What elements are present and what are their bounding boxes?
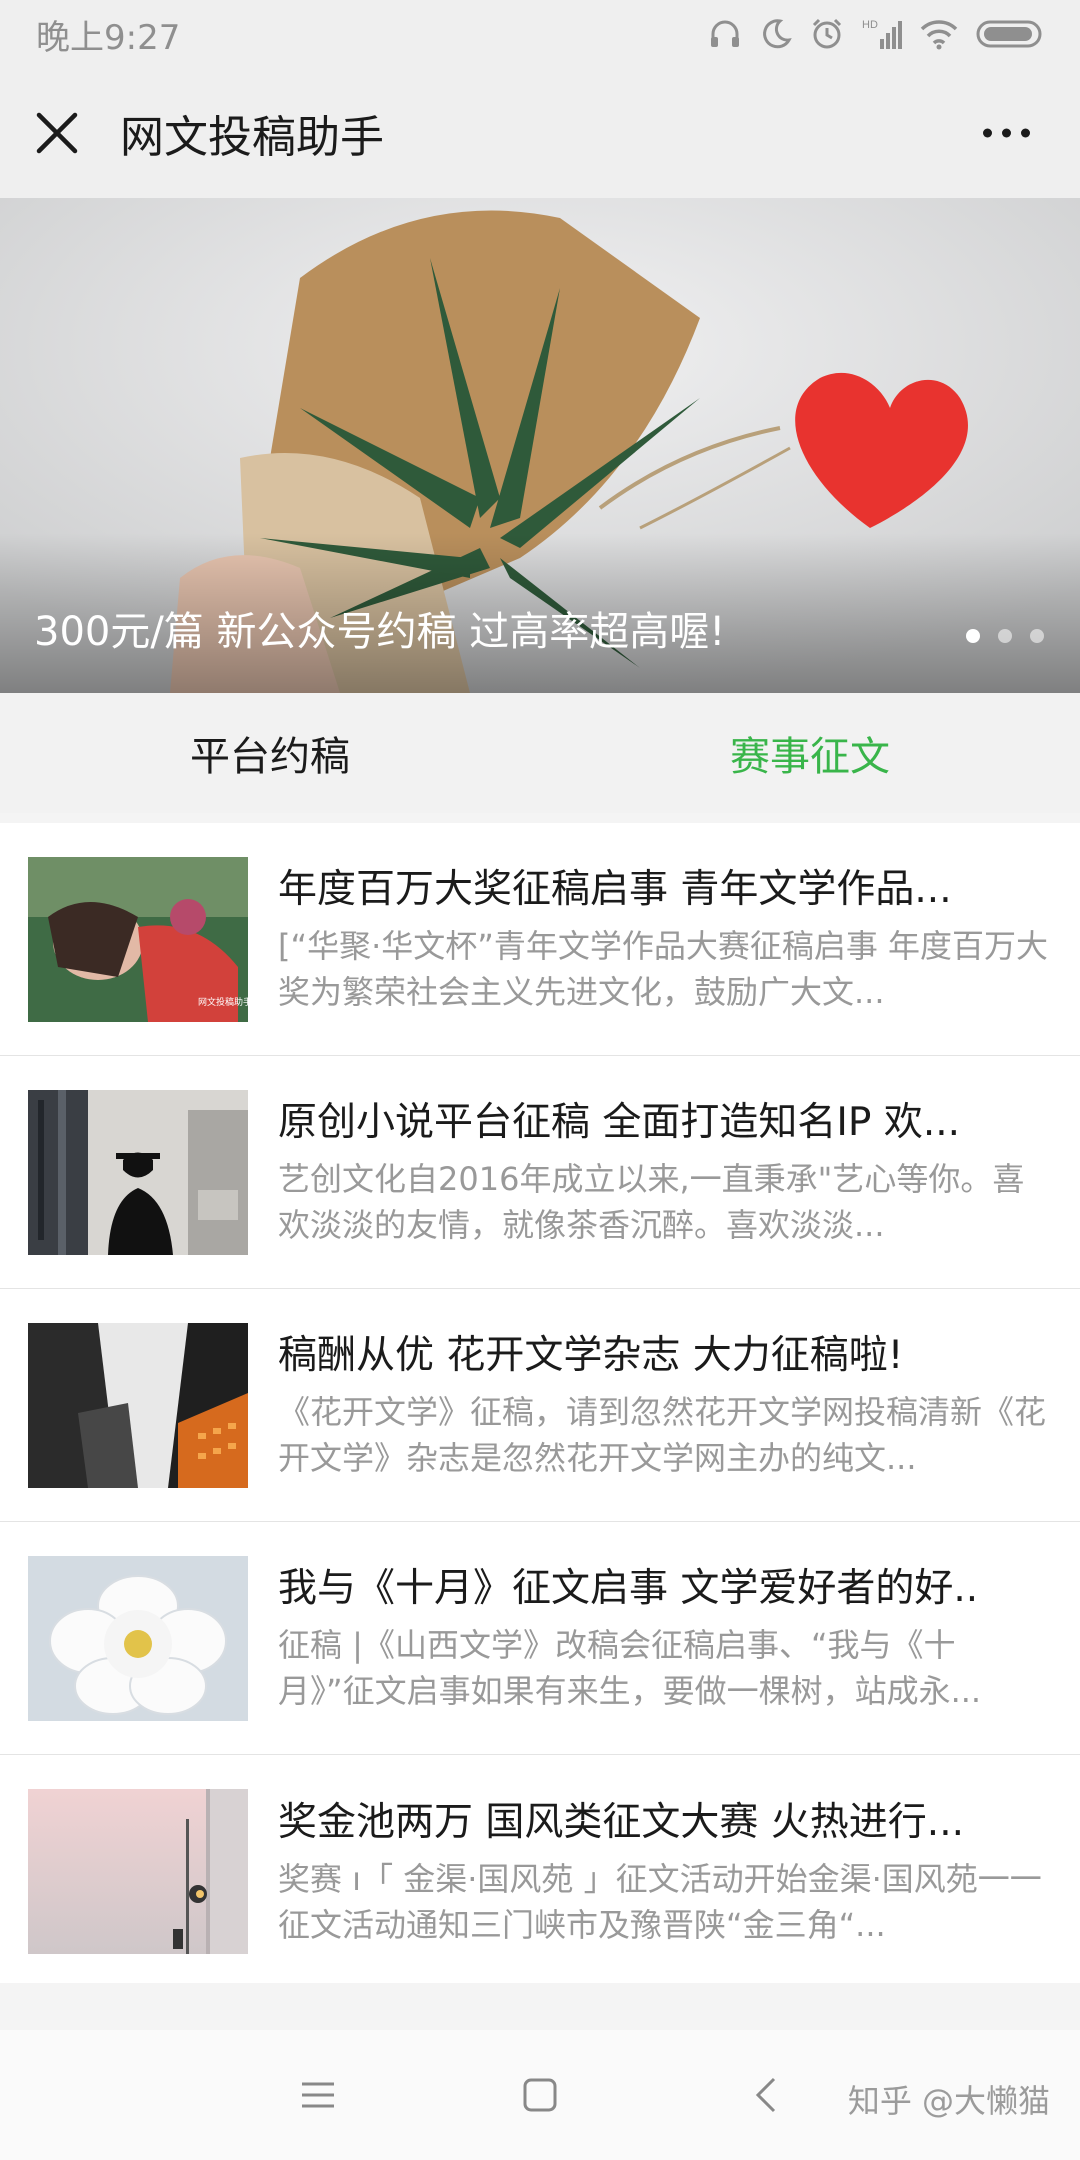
list-item[interactable]: 奖金池两万 国风类征文大赛 火热进行... 奖赛 ı「 金渠·国风苑 」征文活动…	[0, 1755, 1080, 1988]
list-item[interactable]: 我与《十月》征文启事 文学爱好者的好.. 征稿 |《山西文学》改稿会征稿启事、“…	[0, 1522, 1080, 1755]
home-icon[interactable]	[522, 2077, 558, 2113]
article-title: 我与《十月》征文启事 文学爱好者的好..	[278, 1566, 979, 1611]
article-thumbnail	[28, 1555, 248, 1721]
status-time: 晚上9:27	[36, 17, 181, 58]
status-bar: 晚上9:27 HD	[0, 0, 1080, 68]
article-thumbnail: 网文投稿助手	[28, 856, 248, 1022]
banner-dots	[966, 629, 1044, 643]
article-title: 年度百万大奖征稿启事 青年文学作品...	[278, 867, 952, 912]
more-icon[interactable]	[983, 128, 1030, 138]
signal-icon: HD	[862, 19, 902, 49]
article-list: 网文投稿助手 年度百万大奖征稿启事 青年文学作品... [“华聚·华文杯”青年文…	[0, 813, 1080, 1983]
article-desc: [“华聚·华文杯”青年文学作品大赛征稿启事 年度百万大奖为繁荣社会主义先进文化，…	[278, 927, 1048, 1011]
tab-platform[interactable]: 平台约稿	[0, 693, 540, 813]
back-icon[interactable]	[752, 2075, 778, 2115]
moon-icon	[763, 19, 792, 49]
article-desc: 奖赛 ı「 金渠·国风苑 」征文活动开始金渠·国风苑一一征文活动通知三门峡市及豫…	[278, 1859, 1042, 1944]
close-icon[interactable]	[34, 110, 80, 156]
article-desc: 《花开文学》征稿，请到忽然花开文学网投稿清新《花开文学》杂志是忽然花开文学网主办…	[278, 1393, 1047, 1477]
page-title: 网文投稿助手	[120, 112, 384, 163]
list-item[interactable]: 稿酬从优 花开文学杂志 大力征稿啦! 《花开文学》征稿，请到忽然花开文学网投稿清…	[0, 1289, 1080, 1522]
watermark: 知乎 @大懒猫	[847, 2082, 1050, 2120]
list-item[interactable]: 网文投稿助手 年度百万大奖征稿启事 青年文学作品... [“华聚·华文杯”青年文…	[0, 823, 1080, 1056]
headphones-icon	[711, 20, 739, 47]
wifi-icon	[920, 20, 958, 50]
network-label: HD	[862, 19, 878, 31]
article-thumbnail	[28, 1322, 248, 1488]
banner-dot[interactable]	[966, 629, 980, 643]
banner-caption: 300元/篇 新公众号约稿 过高率超高喔!	[34, 609, 726, 655]
banner-carousel[interactable]: 300元/篇 新公众号约稿 过高率超高喔!	[0, 198, 1080, 693]
svg-text:网文投稿助手: 网文投稿助手	[198, 996, 248, 1007]
article-thumbnail	[28, 1789, 248, 1954]
article-title: 奖金池两万 国风类征文大赛 火热进行...	[278, 1799, 964, 1845]
menu-icon[interactable]	[300, 2079, 336, 2111]
banner-dot[interactable]	[998, 629, 1012, 643]
article-title: 原创小说平台征稿 全面打造知名IP 欢...	[278, 1100, 961, 1145]
article-desc: 征稿 |《山西文学》改稿会征稿启事、“我与《十月》”征文启事如果有来生，要做一棵…	[278, 1626, 982, 1710]
alarm-icon	[812, 18, 842, 49]
title-bar: 网文投稿助手	[0, 68, 1080, 198]
battery-icon	[976, 20, 1042, 48]
tab-bar: 平台约稿 赛事征文	[0, 693, 1080, 813]
article-thumbnail	[28, 1089, 248, 1255]
banner-dot[interactable]	[1030, 629, 1044, 643]
list-item[interactable]: 原创小说平台征稿 全面打造知名IP 欢... 艺创文化自2016年成立以来,一直…	[0, 1056, 1080, 1289]
status-icons: HD	[708, 17, 1044, 51]
tab-contest[interactable]: 赛事征文	[540, 693, 1080, 813]
article-desc: 艺创文化自2016年成立以来,一直秉承"艺心等你。喜欢淡淡的友情，就像茶香沉醉。…	[278, 1160, 1025, 1244]
article-title: 稿酬从优 花开文学杂志 大力征稿啦!	[278, 1333, 904, 1378]
